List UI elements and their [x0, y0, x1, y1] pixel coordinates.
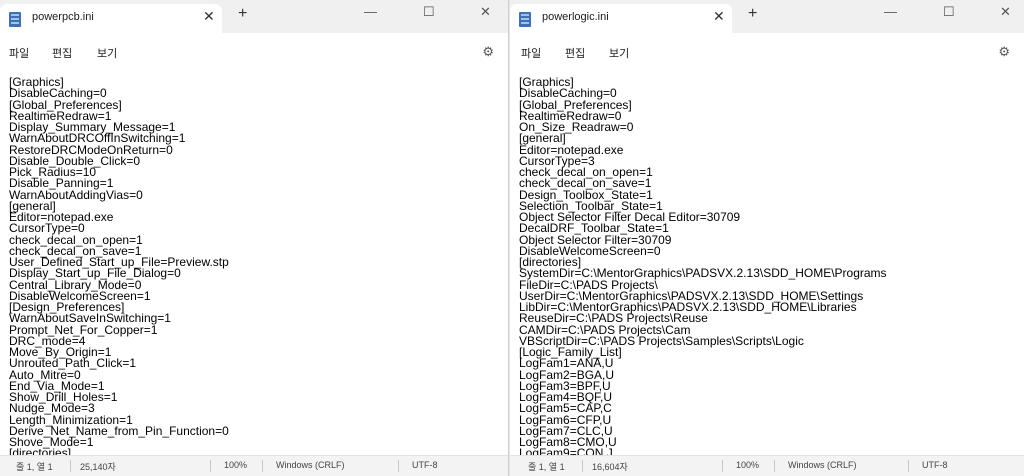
character-count: 25,140자: [80, 462, 116, 472]
line-ending[interactable]: Windows (CRLF): [788, 460, 857, 470]
title-bar: powerlogic.ini ✕ + — ☐ ✕: [510, 0, 1024, 33]
status-divider: [774, 460, 775, 472]
notepad-file-icon: [9, 12, 21, 27]
zoom-level[interactable]: 100%: [224, 460, 247, 470]
gear-icon[interactable]: ⚙: [482, 44, 494, 60]
menu-edit[interactable]: 편집: [52, 45, 72, 61]
notepad-file-icon: [519, 12, 531, 27]
character-count: 16,604자: [592, 462, 628, 472]
cursor-position: 줄 1, 열 1: [16, 462, 53, 472]
zoom-level[interactable]: 100%: [736, 460, 759, 470]
minimize-button[interactable]: —: [884, 4, 897, 20]
status-bar: 줄 1, 열 1 25,140자 100% Windows (CRLF) UTF…: [0, 455, 508, 476]
status-divider: [908, 460, 909, 472]
close-tab-icon[interactable]: ✕: [713, 8, 725, 24]
title-bar: powerpcb.ini ✕ + — ☐ ✕: [0, 0, 508, 33]
status-divider: [210, 460, 211, 472]
tab-title: powerpcb.ini: [32, 11, 94, 23]
minimize-button[interactable]: —: [364, 4, 377, 20]
text-editor[interactable]: [Graphics] DisableCaching=0 [Global_Prefer…: [510, 69, 1024, 456]
status-divider: [398, 460, 399, 472]
maximize-button[interactable]: ☐: [423, 4, 435, 20]
status-bar: 줄 1, 열 1 16,604자 100% Windows (CRLF) UTF…: [510, 455, 1024, 476]
tab-powerpcb[interactable]: powerpcb.ini ✕: [0, 4, 222, 33]
menu-bar: 파일 편집 보기 ⚙: [0, 33, 508, 69]
maximize-button[interactable]: ☐: [943, 4, 955, 20]
text-editor[interactable]: [Graphics] DisableCaching=0 [Global_Prefer…: [0, 69, 508, 456]
notepad-window-left: powerpcb.ini ✕ + — ☐ ✕ 파일 편집 보기 ⚙ [Graph…: [0, 0, 509, 476]
menu-file[interactable]: 파일: [9, 45, 29, 61]
status-divider: [722, 460, 723, 472]
new-tab-button[interactable]: +: [238, 5, 247, 23]
notepad-window-right: powerlogic.ini ✕ + — ☐ ✕ 파일 편집 보기 ⚙ [Gra…: [510, 0, 1024, 476]
menu-view[interactable]: 보기: [97, 45, 117, 61]
menu-edit[interactable]: 편집: [565, 45, 585, 61]
close-window-button[interactable]: ✕: [1000, 4, 1011, 20]
menu-bar: 파일 편집 보기 ⚙: [510, 33, 1024, 69]
close-tab-icon[interactable]: ✕: [203, 8, 215, 24]
encoding[interactable]: UTF-8: [412, 460, 438, 470]
tab-powerlogic[interactable]: powerlogic.ini ✕: [510, 4, 732, 33]
menu-view[interactable]: 보기: [609, 45, 629, 61]
close-window-button[interactable]: ✕: [480, 4, 491, 20]
encoding[interactable]: UTF-8: [922, 460, 948, 470]
line-ending[interactable]: Windows (CRLF): [276, 460, 345, 470]
menu-file[interactable]: 파일: [521, 45, 541, 61]
status-divider: [582, 460, 583, 472]
new-tab-button[interactable]: +: [748, 5, 757, 23]
status-divider: [262, 460, 263, 472]
tab-title: powerlogic.ini: [542, 11, 609, 23]
status-divider: [70, 460, 71, 472]
cursor-position: 줄 1, 열 1: [528, 462, 565, 472]
gear-icon[interactable]: ⚙: [998, 44, 1010, 60]
